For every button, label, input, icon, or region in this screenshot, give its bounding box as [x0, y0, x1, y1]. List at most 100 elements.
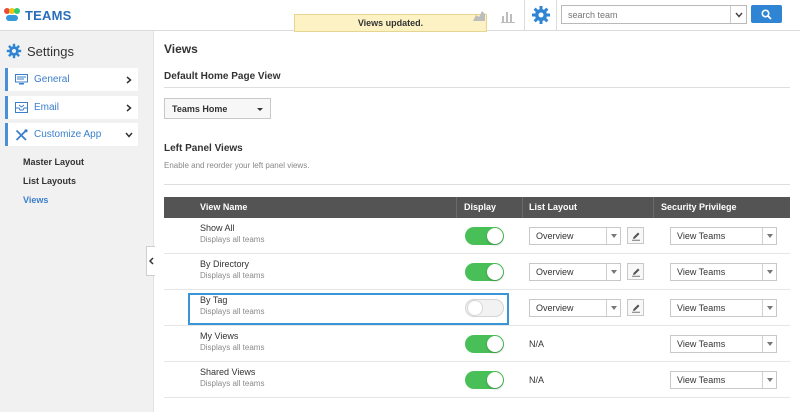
list-layout-select[interactable]: Overview — [529, 263, 621, 281]
chevron-right-icon — [124, 103, 134, 113]
view-name: Shared Views — [200, 367, 256, 377]
bar-chart-icon[interactable] — [500, 7, 516, 23]
divider — [653, 197, 654, 218]
section-title-default-home: Default Home Page View — [164, 71, 281, 82]
divider — [556, 0, 557, 31]
search-input[interactable] — [562, 6, 730, 23]
teams-logo-icon — [4, 8, 20, 22]
inbox-icon — [14, 102, 28, 114]
default-home-value: Teams Home — [172, 103, 228, 114]
list-layout-select[interactable]: Overview — [529, 227, 621, 245]
security-privilege-value: View Teams — [677, 375, 726, 385]
list-layout-value: Overview — [536, 303, 574, 313]
view-description: Displays all teams — [200, 343, 265, 352]
view-description: Displays all teams — [200, 307, 265, 316]
display-toggle[interactable] — [465, 263, 504, 281]
table-row: Shared Views Displays all teams N/A View… — [164, 362, 790, 398]
security-privilege-select[interactable]: View Teams — [670, 371, 777, 389]
chevron-down-icon — [762, 228, 776, 244]
table-row: My Views Displays all teams N/A View Tea… — [164, 326, 790, 362]
settings-title: Settings — [27, 43, 74, 59]
search-dropdown-button[interactable] — [730, 6, 746, 23]
divider — [522, 197, 523, 218]
search-button[interactable] — [751, 5, 782, 23]
sidebar-item-label: Customize App — [34, 129, 102, 140]
chevron-down-icon — [606, 264, 620, 280]
brand[interactable]: TEAMS — [4, 6, 72, 24]
sidebar: Settings General Email Customize App Mas… — [0, 31, 154, 412]
chevron-down-icon — [762, 264, 776, 280]
table-row: By Tag Displays all teams Overview View … — [164, 290, 790, 326]
pencil-icon — [631, 268, 640, 277]
search-icon — [761, 8, 772, 20]
sidebar-subitem-views[interactable]: Views — [23, 195, 48, 205]
security-privilege-value: View Teams — [677, 303, 726, 313]
pencil-icon — [631, 304, 640, 313]
chevron-down-icon — [762, 336, 776, 352]
list-layout-value: N/A — [529, 375, 545, 385]
column-header-display: Display — [464, 202, 497, 212]
view-description: Displays all teams — [200, 379, 265, 388]
security-privilege-select[interactable]: View Teams — [670, 263, 777, 281]
sidebar-item-general[interactable]: General — [5, 68, 138, 91]
security-privilege-select[interactable]: View Teams — [670, 227, 777, 245]
chevron-down-icon — [762, 300, 776, 316]
collapse-sidebar-button[interactable] — [146, 246, 155, 276]
toggle-knob — [467, 300, 483, 316]
default-home-select[interactable]: Teams Home — [164, 98, 271, 119]
sidebar-item-email[interactable]: Email — [5, 96, 138, 119]
section-title-left-panel: Left Panel Views — [164, 143, 243, 154]
sidebar-subitem-master-layout[interactable]: Master Layout — [23, 157, 84, 167]
caret-down-icon — [257, 108, 263, 111]
gear-icon — [6, 43, 22, 59]
security-privilege-select[interactable]: View Teams — [670, 299, 777, 317]
toast-message: Views updated. — [294, 14, 487, 32]
divider — [456, 197, 457, 218]
view-name: By Directory — [200, 259, 250, 269]
view-name: By Tag — [200, 295, 228, 305]
table-row: Show All Displays all teams Overview Vie… — [164, 218, 790, 254]
chevron-down-icon — [124, 130, 134, 140]
sidebar-subitem-list-layouts[interactable]: List Layouts — [23, 176, 76, 186]
display-toggle[interactable] — [465, 227, 504, 245]
pencil-icon — [631, 232, 640, 241]
list-layout-value: N/A — [529, 339, 545, 349]
monitor-icon — [14, 74, 28, 86]
display-toggle[interactable] — [465, 335, 504, 353]
view-description: Displays all teams — [200, 271, 265, 280]
view-name: Show All — [200, 223, 235, 233]
table-header: View Name Display List Layout Security P… — [164, 197, 790, 218]
security-privilege-value: View Teams — [677, 339, 726, 349]
column-header-security-privilege: Security Privilege — [661, 202, 737, 212]
table-row: By Directory Displays all teams Overview… — [164, 254, 790, 290]
chevron-down-icon — [734, 12, 743, 18]
view-description: Displays all teams — [200, 235, 265, 244]
toggle-knob — [487, 336, 503, 352]
display-toggle[interactable] — [465, 299, 504, 317]
sidebar-item-customize-app[interactable]: Customize App — [5, 123, 138, 146]
toggle-knob — [487, 372, 503, 388]
edit-layout-button[interactable] — [627, 299, 644, 316]
settings-heading: Settings — [6, 43, 74, 59]
divider — [524, 0, 525, 31]
list-layout-select[interactable]: Overview — [529, 299, 621, 317]
security-privilege-select[interactable]: View Teams — [670, 335, 777, 353]
list-layout-value: Overview — [536, 267, 574, 277]
app-title: TEAMS — [25, 7, 72, 23]
view-name: My Views — [200, 331, 239, 341]
section-subtitle-left-panel: Enable and reorder your left panel views… — [164, 161, 310, 170]
chevron-left-icon — [148, 257, 154, 265]
chevron-down-icon — [606, 228, 620, 244]
top-bar: TEAMS Views updated. — [0, 0, 800, 32]
gear-icon[interactable] — [531, 5, 551, 25]
divider — [164, 87, 790, 88]
edit-layout-button[interactable] — [627, 227, 644, 244]
column-header-view-name: View Name — [200, 202, 248, 212]
area-chart-icon[interactable] — [472, 8, 486, 22]
chevron-down-icon — [606, 300, 620, 316]
page-title: Views — [164, 42, 198, 56]
search-box — [561, 5, 747, 24]
list-layout-value: Overview — [536, 231, 574, 241]
edit-layout-button[interactable] — [627, 263, 644, 280]
display-toggle[interactable] — [465, 371, 504, 389]
